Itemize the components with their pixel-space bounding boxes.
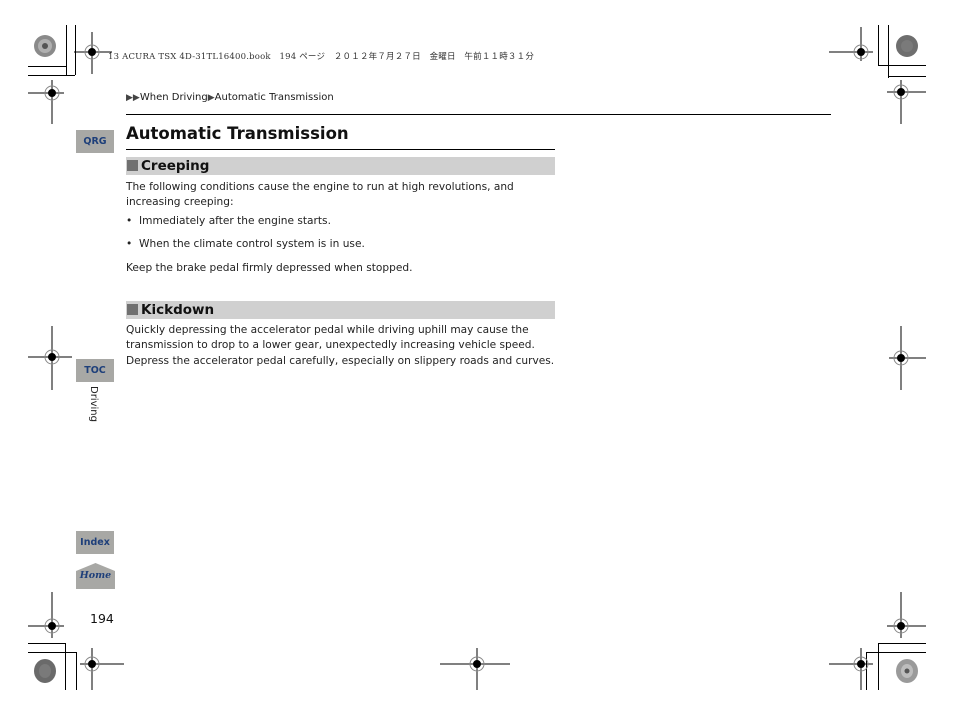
- index-button[interactable]: Index: [76, 531, 114, 554]
- page-number: 194: [90, 611, 114, 626]
- page-title: Automatic Transmission: [126, 124, 349, 143]
- section-heading-kickdown: Kickdown: [126, 301, 555, 319]
- list-item: • Immediately after the engine starts.: [126, 215, 331, 227]
- section-square-icon: [127, 304, 138, 315]
- color-rosette-icon: [34, 659, 56, 683]
- section-square-icon: [127, 160, 138, 171]
- bullet-icon: •: [126, 215, 133, 227]
- breadcrumb-item-automatic-transmission[interactable]: Automatic Transmission: [215, 92, 334, 103]
- registration-target-icon: [28, 80, 64, 124]
- registration-target-icon: [887, 592, 926, 638]
- creeping-intro: The following conditions cause the engin…: [126, 181, 514, 209]
- chapter-label: Driving: [88, 386, 99, 422]
- registration-target-icon: [829, 648, 873, 690]
- breadcrumb: ▶▶When Driving▶Automatic Transmission: [126, 92, 334, 103]
- list-item: • When the climate control system is in u…: [126, 238, 365, 250]
- registration-target-icon: [440, 648, 510, 690]
- toc-button[interactable]: TOC: [76, 359, 114, 382]
- print-header: 13 ACURA TSX 4D-31TL16400.book 194 ページ ２…: [108, 50, 534, 62]
- breadcrumb-item-when-driving[interactable]: When Driving: [140, 92, 208, 103]
- print-page: 194 ページ: [279, 52, 326, 62]
- registration-target-icon: [887, 80, 926, 124]
- registration-target-icon: [74, 32, 112, 74]
- print-time: 午前１１時３１分: [464, 52, 535, 62]
- registration-target-icon: [829, 27, 873, 61]
- section-heading-text: Kickdown: [141, 302, 215, 318]
- home-label[interactable]: Home: [76, 570, 115, 581]
- header-rule: [126, 114, 831, 115]
- color-rosette-icon: [34, 35, 56, 57]
- section-heading-text: Creeping: [141, 158, 210, 174]
- color-rosette-icon: [896, 659, 918, 683]
- kickdown-body: Quickly depressing the accelerator pedal…: [126, 324, 555, 367]
- registration-target-icon: [28, 592, 64, 638]
- bullet-icon: •: [126, 238, 133, 250]
- registration-target-icon: [889, 326, 926, 390]
- registration-target-icon: [80, 648, 124, 690]
- creeping-outro: Keep the brake pedal firmly depressed wh…: [126, 262, 413, 274]
- breadcrumb-arrows-icon: ▶▶: [126, 93, 140, 103]
- breadcrumb-separator-icon: ▶: [207, 93, 215, 103]
- title-rule: [126, 149, 555, 150]
- print-weekday: 金曜日: [429, 52, 456, 62]
- section-heading-creeping: Creeping: [126, 157, 555, 175]
- color-rosette-icon: [896, 35, 918, 57]
- registration-target-icon: [28, 326, 72, 390]
- print-date: ２０１２年７月２７日: [333, 52, 421, 62]
- qrg-button[interactable]: QRG: [76, 130, 114, 153]
- print-file: 13 ACURA TSX 4D-31TL16400.book: [108, 52, 271, 62]
